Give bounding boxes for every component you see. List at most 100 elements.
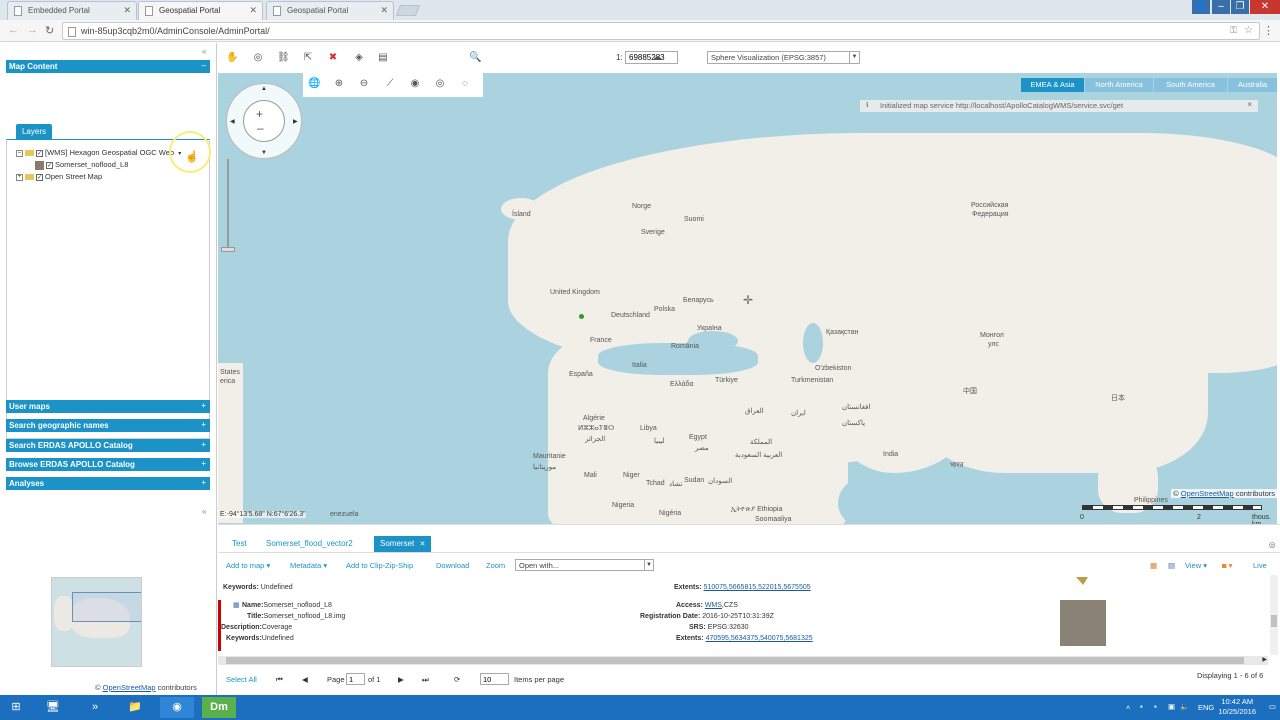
pan-zoom-control[interactable]: ▲ ▼ ◀ ▶ + – [226,83,302,159]
scroll-right-icon[interactable]: ▶ [1262,656,1267,663]
tab-somerset[interactable]: Somerset ✕ [374,536,432,552]
rss-icon[interactable]: ◙ ▾ [1222,561,1232,570]
layer-footprint-marker[interactable] [579,314,584,319]
notifications-icon[interactable]: ▭ [1269,702,1276,711]
results-horizontal-scrollbar[interactable]: ▶ [218,656,1268,665]
layer-checkbox[interactable]: ✓ [36,173,43,181]
zoom-in-icon[interactable]: + [256,107,263,121]
layer-checkbox[interactable]: ✓ [46,161,53,169]
section-browse-apollo-catalog[interactable]: Browse ERDAS APOLLO Catalog + [6,458,210,471]
close-tab-icon[interactable]: ✕ [123,5,131,16]
projection-select[interactable]: Sphere Visualization (EPSG:3857) ▼ [707,51,860,64]
globe-icon[interactable]: 🌐 [308,78,320,90]
first-page-icon[interactable]: ⏮ [276,675,283,685]
expand-icon[interactable]: + [201,440,206,449]
expand-icon[interactable]: + [201,420,206,429]
clear-icon[interactable]: ✖ [327,52,339,64]
export-icon[interactable]: ⇱ [302,52,314,64]
new-tab-button[interactable] [395,5,421,16]
refresh-icon[interactable]: ⟳ [454,675,460,684]
clock[interactable]: 10:42 AM 10/25/2016 [1218,697,1256,717]
close-tab-icon[interactable]: ✕ [249,5,257,16]
tab-layers[interactable]: Layers [16,124,52,139]
wms-link[interactable]: WMS [705,602,722,609]
close-notification-icon[interactable]: × [1247,100,1252,109]
pan-right-icon[interactable]: ▶ [293,118,298,125]
pan-down-icon[interactable]: ▼ [261,150,267,156]
tab-south-america[interactable]: South America [1154,78,1227,92]
browser-tab-geospatial-portal-active[interactable]: Geospatial Portal ✕ [138,1,263,20]
collapse-panel-icon[interactable]: « [202,47,206,56]
remove-point-icon[interactable]: ⊖ [358,78,370,90]
zoom-to-scale-icon[interactable]: 🔍 [469,52,481,64]
overview-extent-box[interactable] [72,592,141,622]
select-all-link[interactable]: Select All [226,675,257,684]
tray-app-icon[interactable]: ▪ [1154,702,1157,711]
user-icon[interactable]: 👤 [1192,0,1210,14]
layers-tool-icon[interactable]: ◈ [353,52,365,64]
download-button[interactable]: Download [436,561,469,570]
url-input[interactable]: win-85up3cqb2m0/AdminConsole/AdminPortal… [62,22,1260,40]
network-icon[interactable]: ▣ [1168,702,1175,711]
tray-app-icon[interactable]: ▪ [1140,702,1143,711]
section-search-geographic-names[interactable]: Search geographic names + [6,419,210,432]
close-tab-icon[interactable]: ✕ [380,5,388,16]
view-remove-icon[interactable]: ◌ [459,78,471,90]
view-tool-icon[interactable]: ◉ [409,78,421,90]
tab-test[interactable]: Test [226,536,253,552]
bookmark-star-icon[interactable]: ☆ [1244,25,1253,36]
open-with-select[interactable]: Open with... ▼ [515,559,654,571]
browser-tab-embedded-portal[interactable]: Embedded Portal ✕ [7,1,137,20]
pan-icon[interactable]: ✋ [226,52,238,64]
live-button[interactable]: Live [1253,561,1267,570]
expand-icon[interactable]: + [201,401,206,410]
chart-icon[interactable]: ▦ [1150,561,1157,570]
add-point-icon[interactable]: ⊕ [333,78,345,90]
browser-menu-icon[interactable]: ⋮ [1263,24,1274,37]
tree-item-somerset-noflood[interactable]: ✓ Somerset_noflood_L8 [35,160,128,171]
section-analyses[interactable]: Analyses + [6,477,210,490]
osm-link[interactable]: OpenStreetMap [1181,489,1234,498]
scroll-thumb[interactable] [1271,615,1277,627]
language-indicator[interactable]: ENG [1198,703,1214,712]
map-content-header[interactable]: Map Content – [6,60,210,73]
link-icon[interactable]: ⛓ [277,52,290,64]
restore-icon[interactable]: ❐ [1231,0,1249,14]
minimize-icon[interactable]: – [1212,0,1230,14]
metadata-button[interactable]: Metadata ▾ [290,561,327,570]
collapse-panel-icon[interactable]: ⊜ [1268,540,1276,551]
forward-icon[interactable]: → [27,24,38,36]
chrome-icon[interactable]: ◉ [160,697,194,718]
page-number-input[interactable] [346,673,365,685]
browser-tab-geospatial-portal[interactable]: Geospatial Portal ✕ [266,1,394,20]
result-thumbnail[interactable] [1060,600,1106,646]
previous-page-icon[interactable]: ◀ [302,675,308,684]
scroll-thumb[interactable] [226,657,1244,664]
map-canvas[interactable]: Ísland Norge Sverige Suomi Российская Фе… [218,73,1277,524]
layer-checkbox[interactable]: ✓ [36,149,43,157]
tab-emea-asia[interactable]: EMEA & Asia [1021,78,1084,92]
pan-left-icon[interactable]: ◀ [230,118,235,125]
last-page-icon[interactable]: ⏭ [422,675,429,685]
zoom-out-icon[interactable]: – [257,121,264,135]
add-to-clip-zip-ship-button[interactable]: Add to Clip-Zip-Ship [346,561,413,570]
extents-link[interactable]: 510075,5665815,522015,5675505 [704,584,811,591]
results-vertical-scrollbar[interactable] [1270,575,1278,655]
reload-icon[interactable]: ↻ [45,24,54,37]
globe-tool-icon[interactable]: ◎ [252,52,264,64]
collapse-icon[interactable]: – [202,61,206,70]
tab-north-america[interactable]: North America [1085,78,1153,92]
next-page-icon[interactable]: ▶ [398,675,404,684]
overview-map[interactable] [51,577,142,667]
close-tab-icon[interactable]: ✕ [419,541,425,548]
collapse-node-icon[interactable]: – [16,149,23,157]
log-icon[interactable]: ▤ [377,52,389,64]
draw-line-icon[interactable]: ⟋ [384,78,396,90]
back-icon[interactable]: ← [8,24,19,36]
tab-australia[interactable]: Australia [1228,78,1277,92]
volume-icon[interactable]: 🔈 [1180,702,1189,711]
server-manager-icon[interactable]: 🖥 [36,697,70,718]
osm-link[interactable]: OpenStreetMap [103,683,156,692]
expand-icon[interactable]: + [201,459,206,468]
tray-expand-icon[interactable]: ˄ [1126,703,1130,712]
